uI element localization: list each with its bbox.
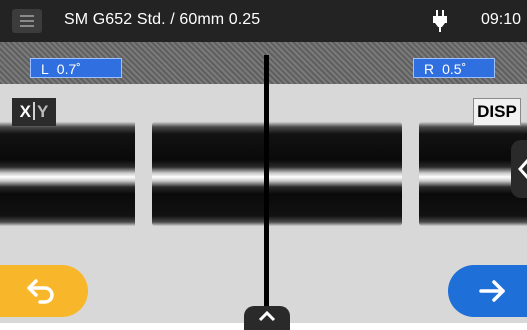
status-bar: SM G652 Std. / 60mm 0.25 09:10 [0, 0, 527, 42]
back-arrow-icon [27, 279, 54, 304]
left-cleave-angle: L 0.7˚ [30, 58, 122, 78]
left-angle-label: L [41, 61, 49, 77]
left-fiber-image [0, 122, 135, 226]
right-cleave-angle: R 0.5˚ [413, 58, 495, 78]
y-view-label: Y [37, 102, 49, 121]
menu-icon[interactable] [12, 9, 42, 33]
clock: 09:10 [481, 11, 522, 28]
left-angle-value: 0.7˚ [56, 61, 81, 77]
next-arrow-icon [479, 280, 505, 302]
disp-button[interactable]: DISP [473, 98, 521, 126]
electrode-gap-image [152, 122, 402, 226]
center-alignment-line [264, 55, 269, 323]
right-angle-label: R [424, 61, 435, 77]
fiber-profile-title[interactable]: SM G652 Std. / 60mm 0.25 [64, 11, 260, 29]
plug-icon [433, 10, 447, 32]
next-button[interactable] [448, 265, 527, 317]
right-angle-value: 0.5˚ [442, 61, 467, 77]
bottom-panel-tab[interactable] [244, 306, 290, 330]
x-view-label: X [19, 102, 31, 121]
side-panel-tab[interactable] [511, 140, 527, 198]
chevron-left-icon [517, 159, 527, 179]
back-button[interactable] [0, 265, 88, 317]
chevron-up-icon [258, 310, 276, 322]
xy-view-button[interactable]: XY [12, 98, 56, 126]
